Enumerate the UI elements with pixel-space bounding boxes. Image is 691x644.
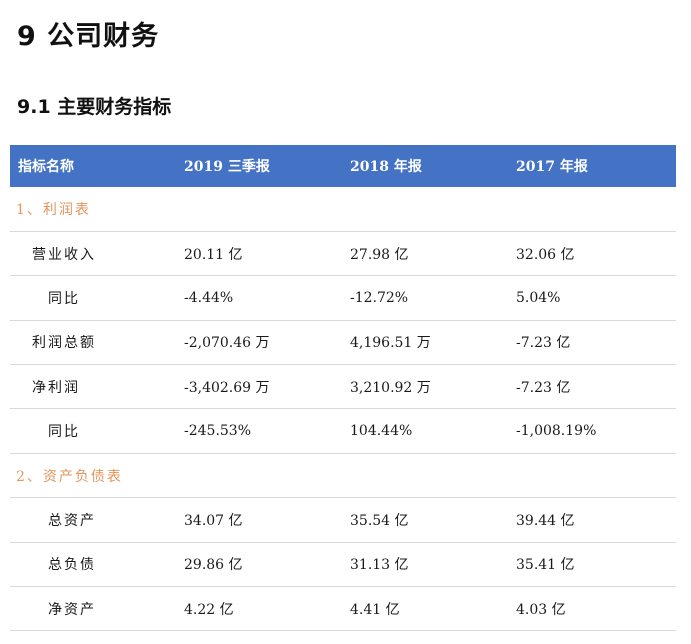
section-title: 2、资产负债表 [16, 468, 123, 485]
section-row-income-statement: 1、利润表 [10, 187, 676, 232]
table-body: 1、利润表 营业收入 20.11 亿 27.98 亿 32.06 亿 同比 -4… [10, 187, 676, 631]
table-row: 同比 -245.53% 104.44% -1,008.19% [10, 409, 676, 454]
section-title: 1、利润表 [16, 201, 91, 218]
cell-value: 31.13 亿 [350, 557, 409, 574]
cell-value: 4.03 亿 [516, 601, 566, 618]
cell-value: -3,402.69 万 [184, 379, 270, 396]
financial-indicators-table: 指标名称 2019 三季报 2018 年报 2017 年报 1、利润表 营业收入… [10, 145, 676, 631]
table-header: 指标名称 2019 三季报 2018 年报 2017 年报 [10, 145, 676, 187]
cell-value: 32.06 亿 [516, 246, 575, 263]
cell-value: -7.23 亿 [516, 335, 571, 352]
cell-value: 104.44% [350, 423, 413, 440]
header-indicator-name: 指标名称 [18, 159, 74, 175]
cell-value: 27.98 亿 [350, 246, 409, 263]
cell-value: 4.41 亿 [350, 601, 400, 618]
subsection-heading: 9.1 主要财务指标 [17, 96, 172, 118]
row-label: 总负债 [48, 557, 96, 574]
cell-value: 34.07 亿 [184, 512, 243, 529]
cell-value: 29.86 亿 [184, 557, 243, 574]
header-2019-q3: 2019 三季报 [184, 159, 270, 175]
cell-value: 3,210.92 万 [350, 379, 431, 396]
cell-value: -12.72% [350, 289, 409, 306]
cell-value: 39.44 亿 [516, 512, 575, 529]
table-row: 总资产 34.07 亿 35.54 亿 39.44 亿 [10, 498, 676, 543]
table-row: 同比 -4.44% -12.72% 5.04% [10, 276, 676, 321]
cell-value: -245.53% [184, 423, 252, 440]
cell-value: -7.23 亿 [516, 379, 571, 396]
cell-value: -1,008.19% [516, 423, 597, 440]
row-label: 净利润 [32, 379, 80, 396]
cell-value: 20.11 亿 [184, 246, 243, 263]
header-row: 指标名称 2019 三季报 2018 年报 2017 年报 [10, 145, 676, 187]
section-row-balance-sheet: 2、资产负债表 [10, 453, 676, 498]
cell-value: -4.44% [184, 289, 234, 306]
section-heading: 9 公司财务 [17, 21, 160, 52]
table-row: 营业收入 20.11 亿 27.98 亿 32.06 亿 [10, 231, 676, 276]
table-row: 总负债 29.86 亿 31.13 亿 35.41 亿 [10, 542, 676, 587]
cell-value: 4,196.51 万 [350, 335, 431, 352]
table-row: 净利润 -3,402.69 万 3,210.92 万 -7.23 亿 [10, 365, 676, 409]
table-row: 利润总额 -2,070.46 万 4,196.51 万 -7.23 亿 [10, 320, 676, 365]
row-label: 同比 [48, 290, 80, 307]
row-label: 同比 [48, 424, 80, 441]
table-row: 净资产 4.22 亿 4.41 亿 4.03 亿 [10, 587, 676, 631]
row-label: 总资产 [48, 512, 96, 529]
cell-value: 4.22 亿 [184, 601, 234, 618]
cell-value: 35.41 亿 [516, 557, 575, 574]
header-2017-annual: 2017 年报 [516, 159, 588, 175]
row-label: 净资产 [48, 601, 96, 618]
row-label: 营业收入 [32, 246, 96, 263]
header-2018-annual: 2018 年报 [350, 159, 422, 175]
cell-value: -2,070.46 万 [184, 335, 270, 352]
cell-value: 35.54 亿 [350, 512, 409, 529]
row-label: 利润总额 [32, 335, 96, 352]
cell-value: 5.04% [516, 289, 561, 306]
